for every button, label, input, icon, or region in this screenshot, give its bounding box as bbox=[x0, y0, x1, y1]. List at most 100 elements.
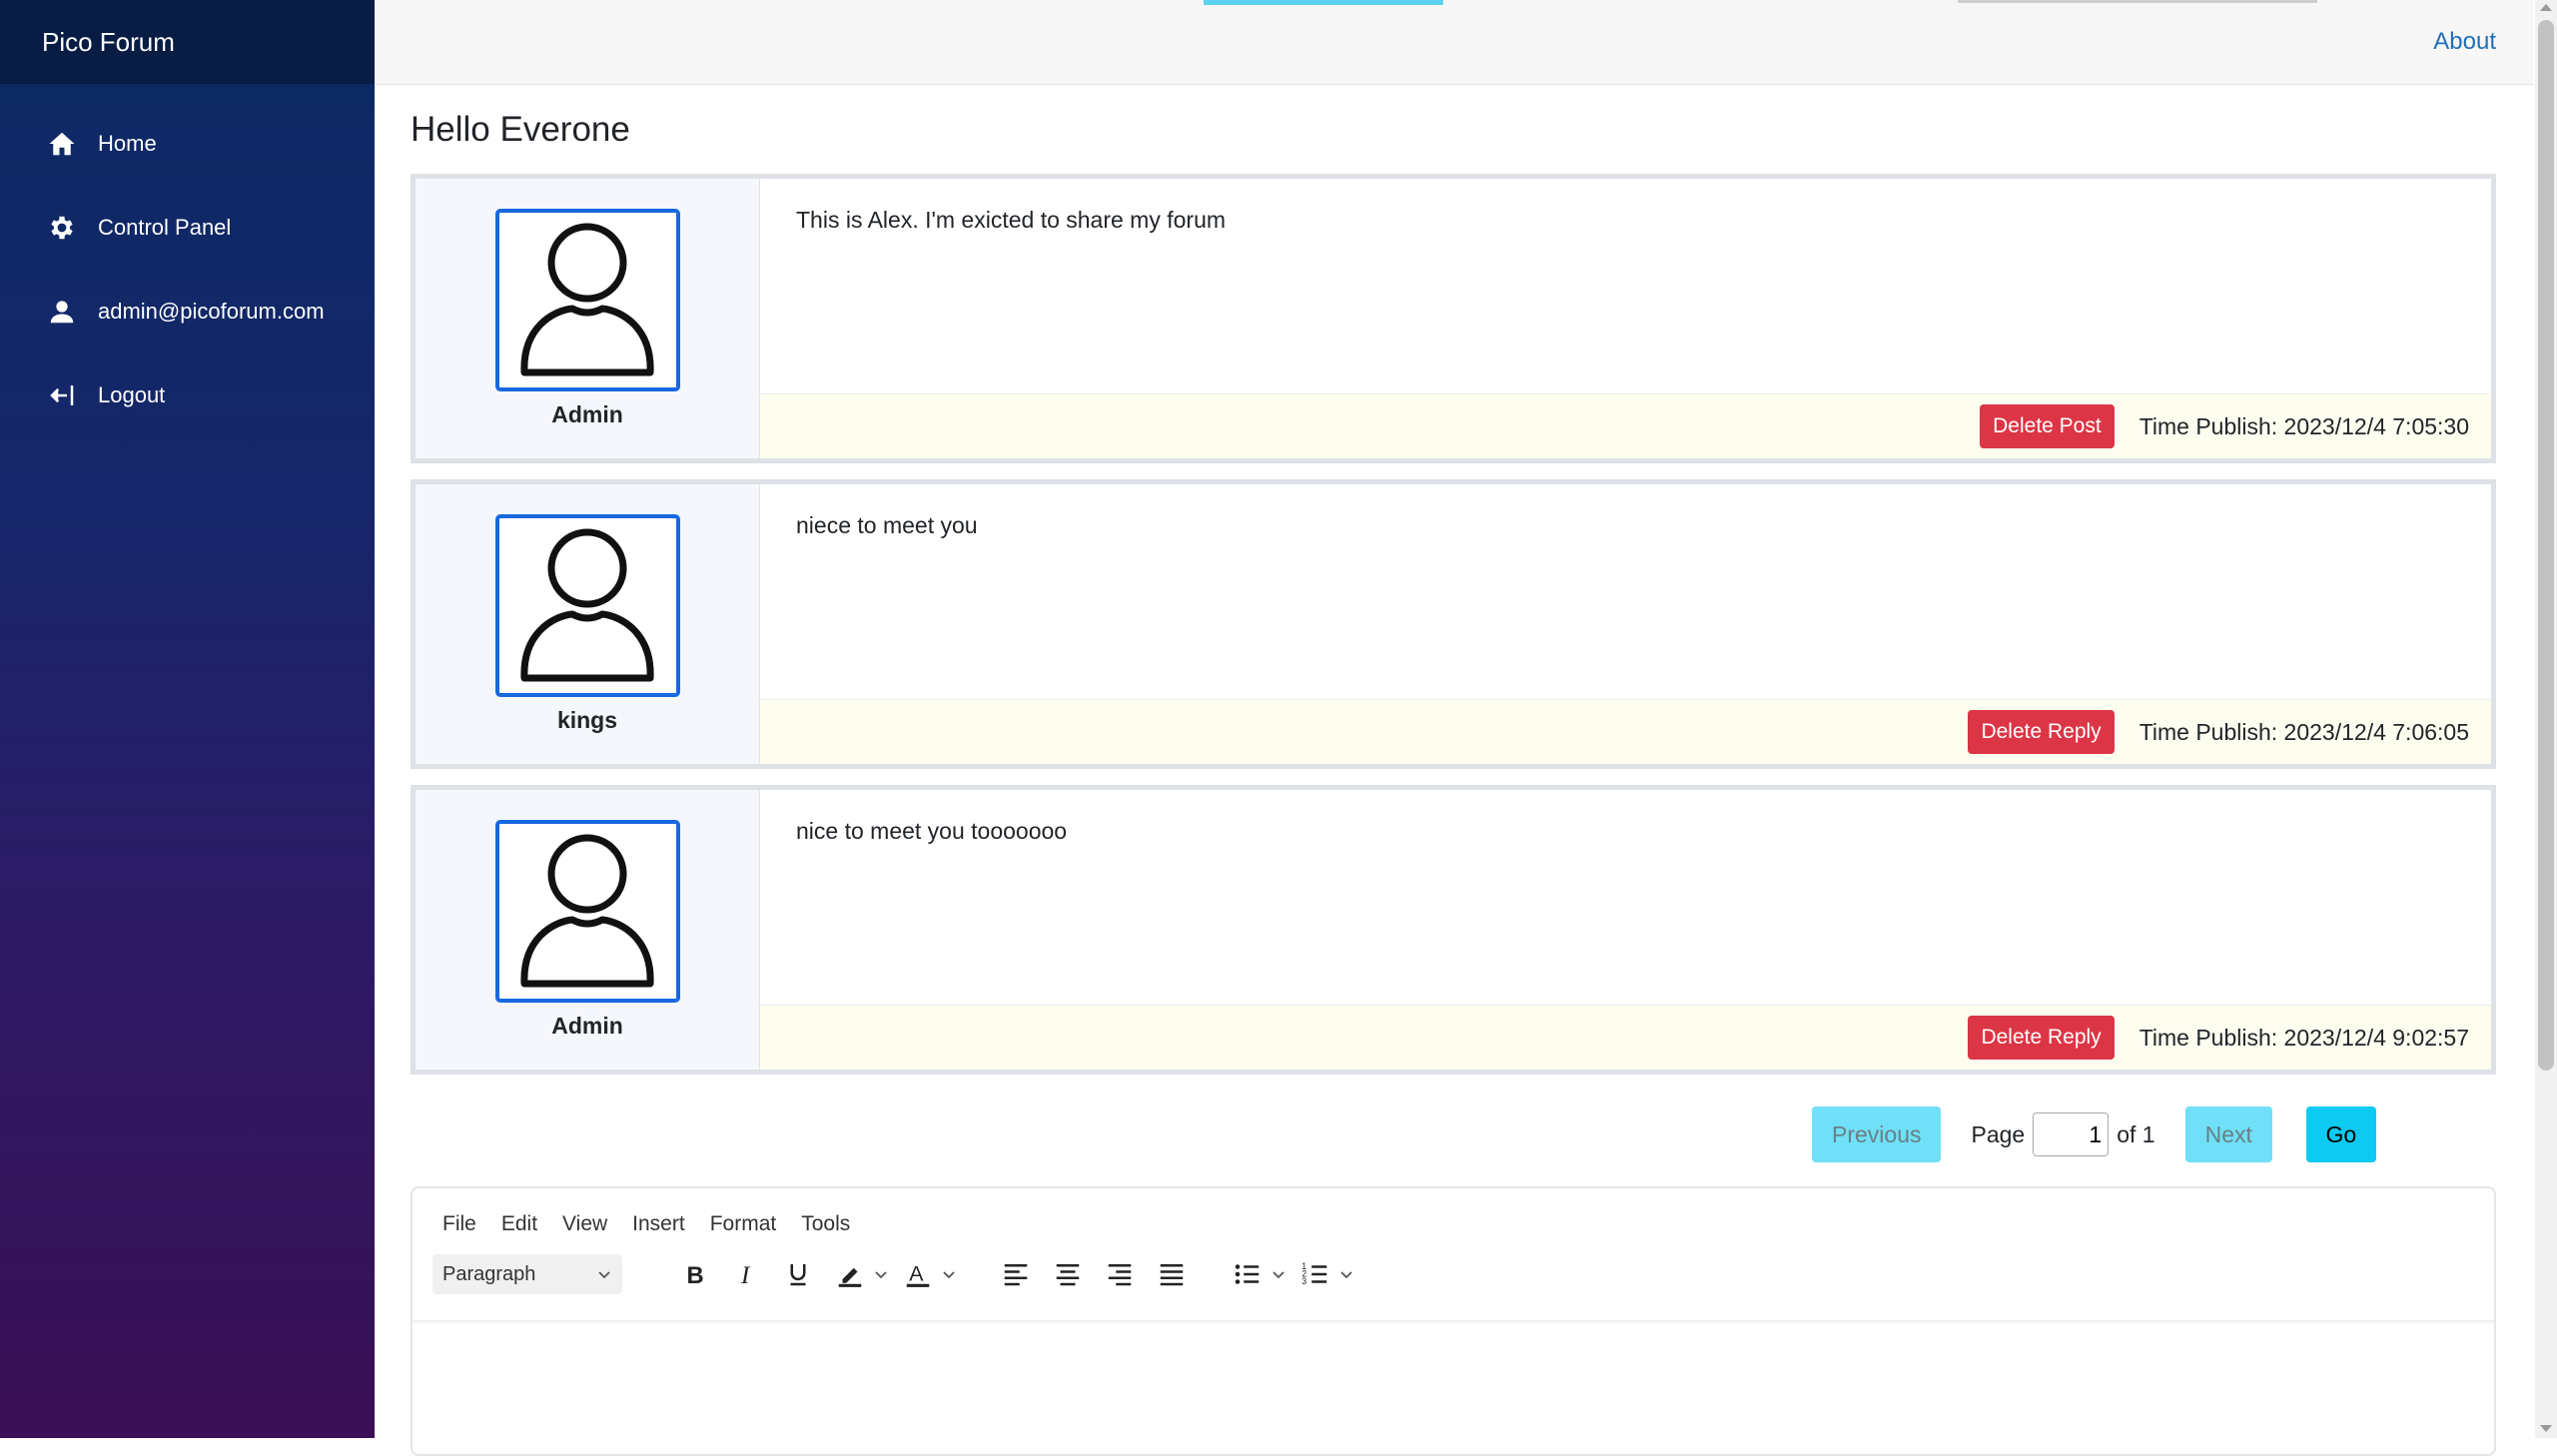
top-navbar: About bbox=[375, 0, 2534, 85]
post-author: kings bbox=[416, 484, 760, 764]
chevron-down-icon bbox=[875, 1271, 887, 1279]
delete-reply-button[interactable]: Delete Reply bbox=[1968, 710, 2115, 754]
post-body: nice to meet you tooooooo Delete Reply T… bbox=[760, 790, 2491, 1070]
pagination: Previous Page of 1 Next Go bbox=[1812, 1106, 2376, 1162]
previous-page-button[interactable]: Previous bbox=[1812, 1106, 1942, 1162]
align-justify-icon bbox=[1160, 1264, 1184, 1286]
scrollbar-thumb[interactable] bbox=[2538, 20, 2554, 1071]
main-content: Hello Everone Admin This is Alex. I'm ex… bbox=[411, 84, 2496, 1091]
sidebar-item-label: Logout bbox=[98, 382, 166, 407]
align-right-button[interactable] bbox=[1100, 1254, 1140, 1294]
editor-text-area[interactable] bbox=[413, 1320, 2494, 1454]
align-justify-button[interactable] bbox=[1152, 1254, 1192, 1294]
numbered-list-dropdown[interactable] bbox=[1335, 1254, 1357, 1294]
menu-insert[interactable]: Insert bbox=[632, 1212, 685, 1236]
loading-accent-bar bbox=[1204, 0, 1443, 5]
page-number-input[interactable] bbox=[2033, 1112, 2110, 1156]
post-author: Admin bbox=[416, 790, 760, 1070]
text-color-button[interactable]: A bbox=[898, 1254, 938, 1294]
svg-text:3: 3 bbox=[1301, 1276, 1306, 1286]
publish-time: Time Publish: 2023/12/4 7:06:05 bbox=[2138, 718, 2469, 745]
highlighter-icon bbox=[838, 1267, 862, 1287]
post-body: niece to meet you Delete Reply Time Publ… bbox=[760, 484, 2491, 764]
sidebar-item-home[interactable]: Home bbox=[0, 102, 375, 186]
highlight-color-dropdown[interactable] bbox=[870, 1254, 892, 1294]
svg-text:B: B bbox=[687, 1262, 704, 1289]
post-card: kings niece to meet you Delete Reply Tim… bbox=[411, 479, 2496, 769]
avatar[interactable] bbox=[494, 209, 680, 391]
post-footer: Delete Post Time Publish: 2023/12/4 7:05… bbox=[760, 393, 2491, 458]
home-icon bbox=[46, 128, 78, 160]
menu-file[interactable]: File bbox=[442, 1212, 476, 1236]
publish-time: Time Publish: 2023/12/4 9:02:57 bbox=[2138, 1024, 2469, 1051]
page-count-label: of 1 bbox=[2117, 1120, 2155, 1147]
align-left-button[interactable] bbox=[996, 1254, 1036, 1294]
next-page-button[interactable]: Next bbox=[2184, 1106, 2272, 1162]
menu-format[interactable]: Format bbox=[710, 1212, 777, 1236]
sidebar: Pico Forum Home Control Panel admin@pico… bbox=[0, 0, 375, 1438]
text-color-icon: A bbox=[906, 1261, 930, 1287]
editor-toolbar: Paragraph B I A 1 2 3 bbox=[413, 1236, 2494, 1294]
italic-button[interactable]: I bbox=[726, 1254, 766, 1294]
italic-icon: I bbox=[740, 1262, 751, 1289]
sidebar-item-label: Home bbox=[98, 131, 157, 156]
align-left-icon bbox=[1004, 1264, 1028, 1286]
delete-post-button[interactable]: Delete Post bbox=[1980, 404, 2115, 448]
avatar[interactable] bbox=[494, 514, 680, 697]
author-name[interactable]: kings bbox=[557, 707, 617, 734]
svg-text:A: A bbox=[909, 1261, 924, 1285]
post-footer: Delete Reply Time Publish: 2023/12/4 7:0… bbox=[760, 699, 2491, 764]
block-format-select[interactable]: Paragraph bbox=[432, 1254, 622, 1294]
bullet-list-icon bbox=[1235, 1264, 1260, 1284]
post-card: Admin nice to meet you tooooooo Delete R… bbox=[411, 785, 2496, 1075]
bold-icon: B bbox=[687, 1262, 704, 1289]
avatar[interactable] bbox=[494, 820, 680, 1003]
scroll-up-arrow-icon[interactable] bbox=[2540, 4, 2552, 11]
user-avatar-icon bbox=[520, 528, 654, 681]
align-right-icon bbox=[1108, 1264, 1132, 1286]
post-content: nice to meet you tooooooo bbox=[796, 818, 1068, 844]
rich-text-editor: File Edit View Insert Format Tools Parag… bbox=[411, 1186, 2496, 1456]
sidebar-item-account[interactable]: admin@picoforum.com bbox=[0, 270, 375, 354]
chevron-down-icon bbox=[598, 1271, 610, 1279]
highlight-color-button[interactable] bbox=[830, 1254, 870, 1294]
post-content: This is Alex. I'm exicted to share my fo… bbox=[796, 207, 1227, 233]
page-title: Hello Everone bbox=[411, 110, 630, 149]
sidebar-item-control-panel[interactable]: Control Panel bbox=[0, 186, 375, 270]
sidebar-item-label: admin@picoforum.com bbox=[98, 299, 325, 324]
underline-button[interactable] bbox=[778, 1254, 818, 1294]
align-center-button[interactable] bbox=[1048, 1254, 1088, 1294]
sidebar-item-label: Control Panel bbox=[98, 215, 232, 240]
svg-text:I: I bbox=[740, 1262, 751, 1289]
sidebar-item-logout[interactable]: Logout bbox=[0, 354, 375, 437]
brand-title[interactable]: Pico Forum bbox=[0, 0, 375, 84]
numbered-list-button[interactable]: 123 bbox=[1295, 1254, 1335, 1294]
chevron-down-icon bbox=[1340, 1271, 1352, 1279]
user-avatar-icon bbox=[520, 223, 654, 375]
author-name[interactable]: Admin bbox=[551, 401, 623, 428]
menu-view[interactable]: View bbox=[562, 1212, 607, 1236]
bullet-list-dropdown[interactable] bbox=[1268, 1254, 1289, 1294]
top-divider bbox=[1958, 0, 2317, 3]
text-color-dropdown[interactable] bbox=[938, 1254, 960, 1294]
menu-tools[interactable]: Tools bbox=[801, 1212, 850, 1236]
page-scrollbar[interactable] bbox=[2535, 0, 2557, 1438]
author-name[interactable]: Admin bbox=[551, 1013, 623, 1040]
editor-menubar: File Edit View Insert Format Tools bbox=[413, 1188, 2494, 1236]
gear-icon bbox=[46, 212, 78, 244]
block-format-value: Paragraph bbox=[442, 1262, 536, 1285]
post-card: Admin This is Alex. I'm exicted to share… bbox=[411, 174, 2496, 463]
user-avatar-icon bbox=[520, 834, 654, 987]
numbered-list-icon: 123 bbox=[1301, 1261, 1327, 1286]
chevron-down-icon bbox=[943, 1271, 955, 1279]
about-link[interactable]: About bbox=[2433, 28, 2496, 56]
bullet-list-button[interactable] bbox=[1228, 1254, 1268, 1294]
logout-icon bbox=[46, 379, 78, 411]
delete-reply-button[interactable]: Delete Reply bbox=[1968, 1016, 2115, 1060]
menu-edit[interactable]: Edit bbox=[501, 1212, 537, 1236]
post-content: niece to meet you bbox=[796, 512, 978, 538]
scroll-down-arrow-icon[interactable] bbox=[2540, 1425, 2552, 1432]
chevron-down-icon bbox=[1273, 1271, 1284, 1279]
go-button[interactable]: Go bbox=[2305, 1106, 2376, 1162]
bold-button[interactable]: B bbox=[674, 1254, 714, 1294]
